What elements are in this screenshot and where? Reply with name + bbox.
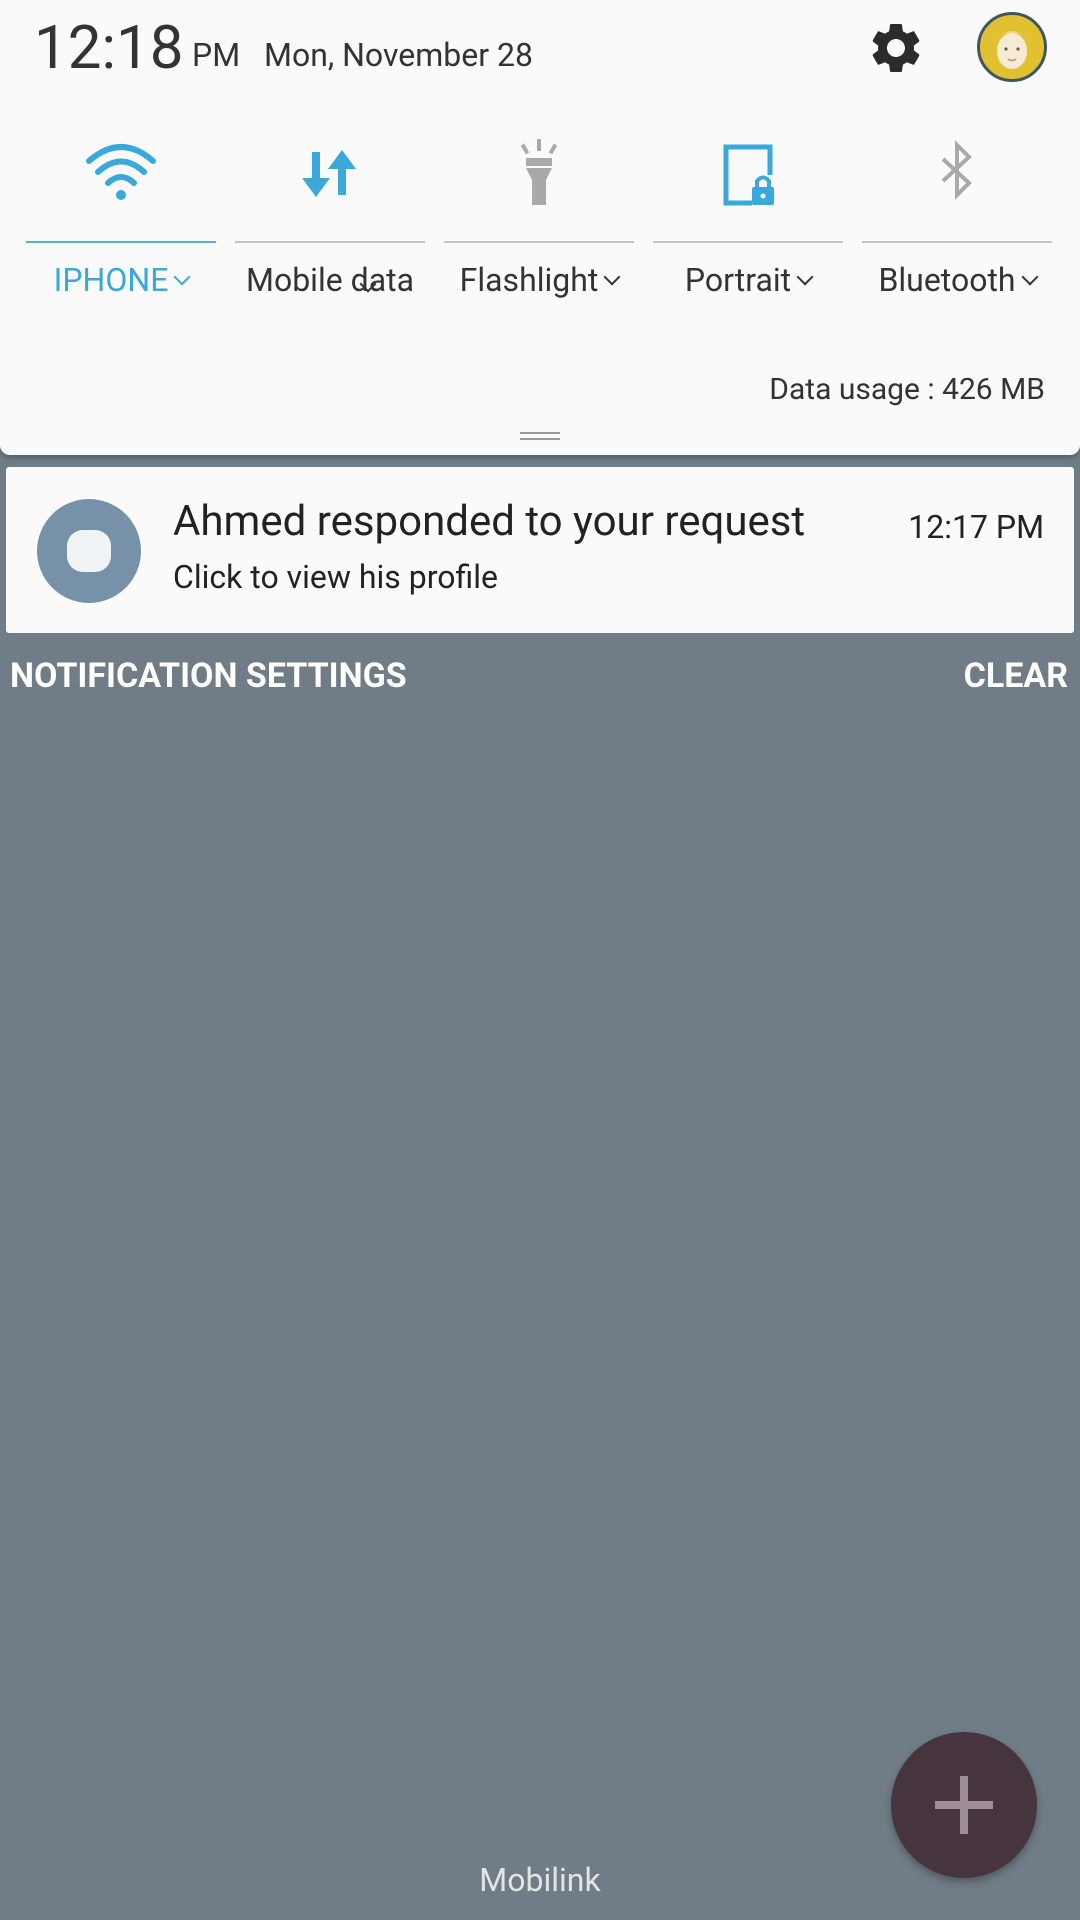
quick-settings-panel: 12:18 PM Mon, November 28 IPHONE Mobile … — [0, 0, 1080, 455]
toggle-flashlight[interactable]: Flashlight — [444, 130, 634, 360]
toggle-portrait[interactable]: Portrait — [653, 130, 843, 360]
chevron-down-icon — [173, 268, 191, 286]
data-usage-label: Data usage : 426 MB — [769, 372, 1045, 407]
mobile-data-icon — [302, 150, 356, 197]
notification-settings-button[interactable]: NOTIFICATION SETTINGS — [10, 654, 407, 698]
notification-body: Click to view his profile — [173, 558, 498, 596]
notification-card[interactable]: Ahmed responded to your request Click to… — [6, 467, 1074, 633]
clock: 12:18 — [34, 12, 184, 83]
clock-ampm: PM — [192, 36, 241, 74]
toggle-label-flashlight: Flashlight — [459, 261, 599, 299]
drag-handle[interactable] — [520, 432, 560, 440]
app-icon — [37, 499, 141, 603]
flashlight-icon — [520, 139, 558, 205]
toggle-wifi[interactable]: IPHONE — [26, 130, 216, 360]
carrier-label: Mobilink — [479, 1861, 601, 1899]
plus-icon — [935, 1776, 993, 1834]
toggle-label-portrait: Portrait — [684, 261, 792, 299]
notification-time: 12:17 PM — [908, 508, 1044, 546]
gear-icon[interactable] — [866, 18, 926, 78]
clear-button[interactable]: CLEAR — [964, 654, 1068, 698]
toggle-bluetooth[interactable]: Bluetooth — [862, 130, 1052, 360]
quick-toggle-row: IPHONE Mobile data Flashlight Portrait B… — [0, 130, 1080, 360]
avatar-icon[interactable] — [977, 12, 1047, 82]
portrait-lock-icon — [723, 144, 774, 206]
notification-title: Ahmed responded to your request — [173, 497, 806, 546]
toggle-label-mobile-data: Mobile data — [246, 261, 414, 299]
date: Mon, November 28 — [264, 36, 533, 74]
bluetooth-icon — [941, 140, 972, 200]
chevron-down-icon — [603, 268, 621, 286]
toggle-mobile-data[interactable]: Mobile data — [235, 130, 425, 360]
toggle-label-wifi: IPHONE — [53, 261, 169, 299]
chevron-down-icon — [796, 268, 814, 286]
chevron-down-icon — [1021, 268, 1039, 286]
wifi-icon — [86, 144, 156, 200]
toggle-label-bluetooth: Bluetooth — [878, 261, 1016, 299]
add-button[interactable] — [891, 1732, 1037, 1878]
status-row: 12:18 PM Mon, November 28 — [0, 0, 1080, 95]
